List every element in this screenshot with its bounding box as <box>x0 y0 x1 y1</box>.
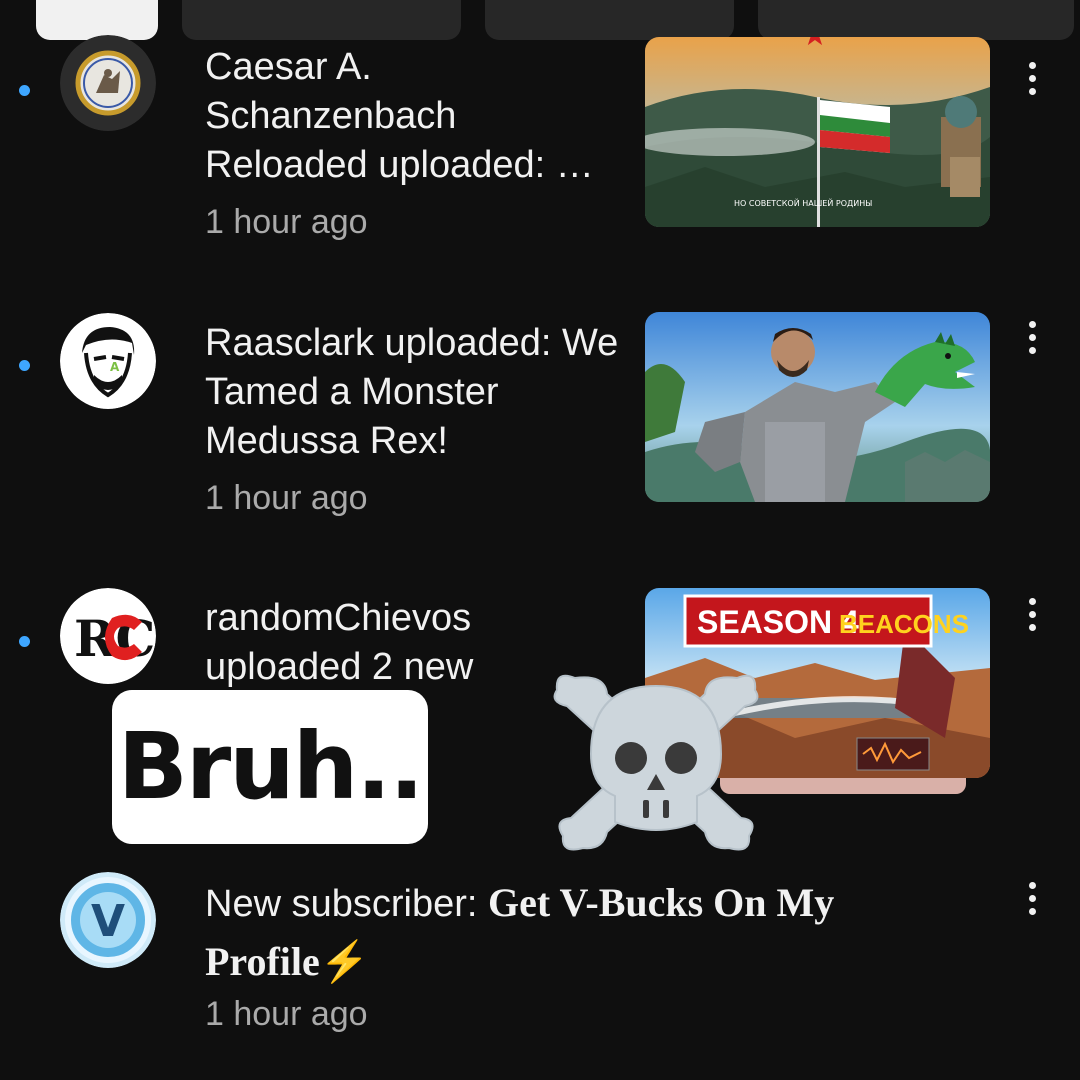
svg-text:★: ★ <box>802 37 829 52</box>
notification-title: New subscriber: Get V-Bucks On My Profil… <box>205 874 925 992</box>
notification-title: Caesar A. Schanzenbach Reloaded uploaded… <box>205 46 594 186</box>
channel-avatar[interactable] <box>60 35 156 131</box>
notification-item[interactable]: A Raasclark uploaded: We Tamed a Monster… <box>0 285 1080 545</box>
thumbnail-headline-2: BEACONS <box>839 609 969 639</box>
video-thumbnail[interactable]: ★ НО СОВЕТСКОЙ НАШЕЙ РОДИНЫ <box>645 37 990 227</box>
skull-and-crossbones-icon <box>545 650 767 872</box>
notification-title: Raasclark uploaded: We Tamed a Monster M… <box>205 322 619 462</box>
more-options-icon[interactable] <box>1022 321 1042 361</box>
more-options-icon[interactable] <box>1022 598 1042 638</box>
channel-avatar[interactable]: V <box>60 872 156 968</box>
notification-text: New subscriber: Get V-Bucks On My Profil… <box>205 874 925 1034</box>
unread-dot <box>19 85 30 96</box>
notification-text: Raasclark uploaded: We Tamed a Monster M… <box>205 319 625 518</box>
channel-avatar[interactable]: RC <box>60 588 156 684</box>
notification-text: Caesar A. Schanzenbach Reloaded uploaded… <box>205 43 625 242</box>
notification-time: 1 hour ago <box>205 203 368 241</box>
notification-time: 1 hour ago <box>205 479 368 517</box>
thumbnail-caption: НО СОВЕТСКОЙ НАШЕЙ РОДИНЫ <box>734 197 872 208</box>
video-thumbnail[interactable] <box>645 312 990 502</box>
unread-dot <box>19 636 30 647</box>
thumbnail-headline-1: SEASON 4 <box>697 604 859 640</box>
bruh-caption-sticker: Bruh.. <box>112 690 428 844</box>
notification-item[interactable]: Caesar A. Schanzenbach Reloaded uploaded… <box>0 0 1080 260</box>
notification-item[interactable]: V New subscriber: Get V-Bucks On My Prof… <box>0 860 1080 1060</box>
notification-time: 1 hour ago <box>205 995 368 1033</box>
more-options-icon[interactable] <box>1022 62 1042 102</box>
svg-text:A: A <box>110 360 120 374</box>
notification-title-prefix: New subscriber: <box>205 883 488 925</box>
unread-dot <box>19 360 30 371</box>
channel-avatar[interactable]: A <box>60 313 156 409</box>
avatar-letter: V <box>91 896 125 947</box>
more-options-icon[interactable] <box>1022 882 1042 922</box>
